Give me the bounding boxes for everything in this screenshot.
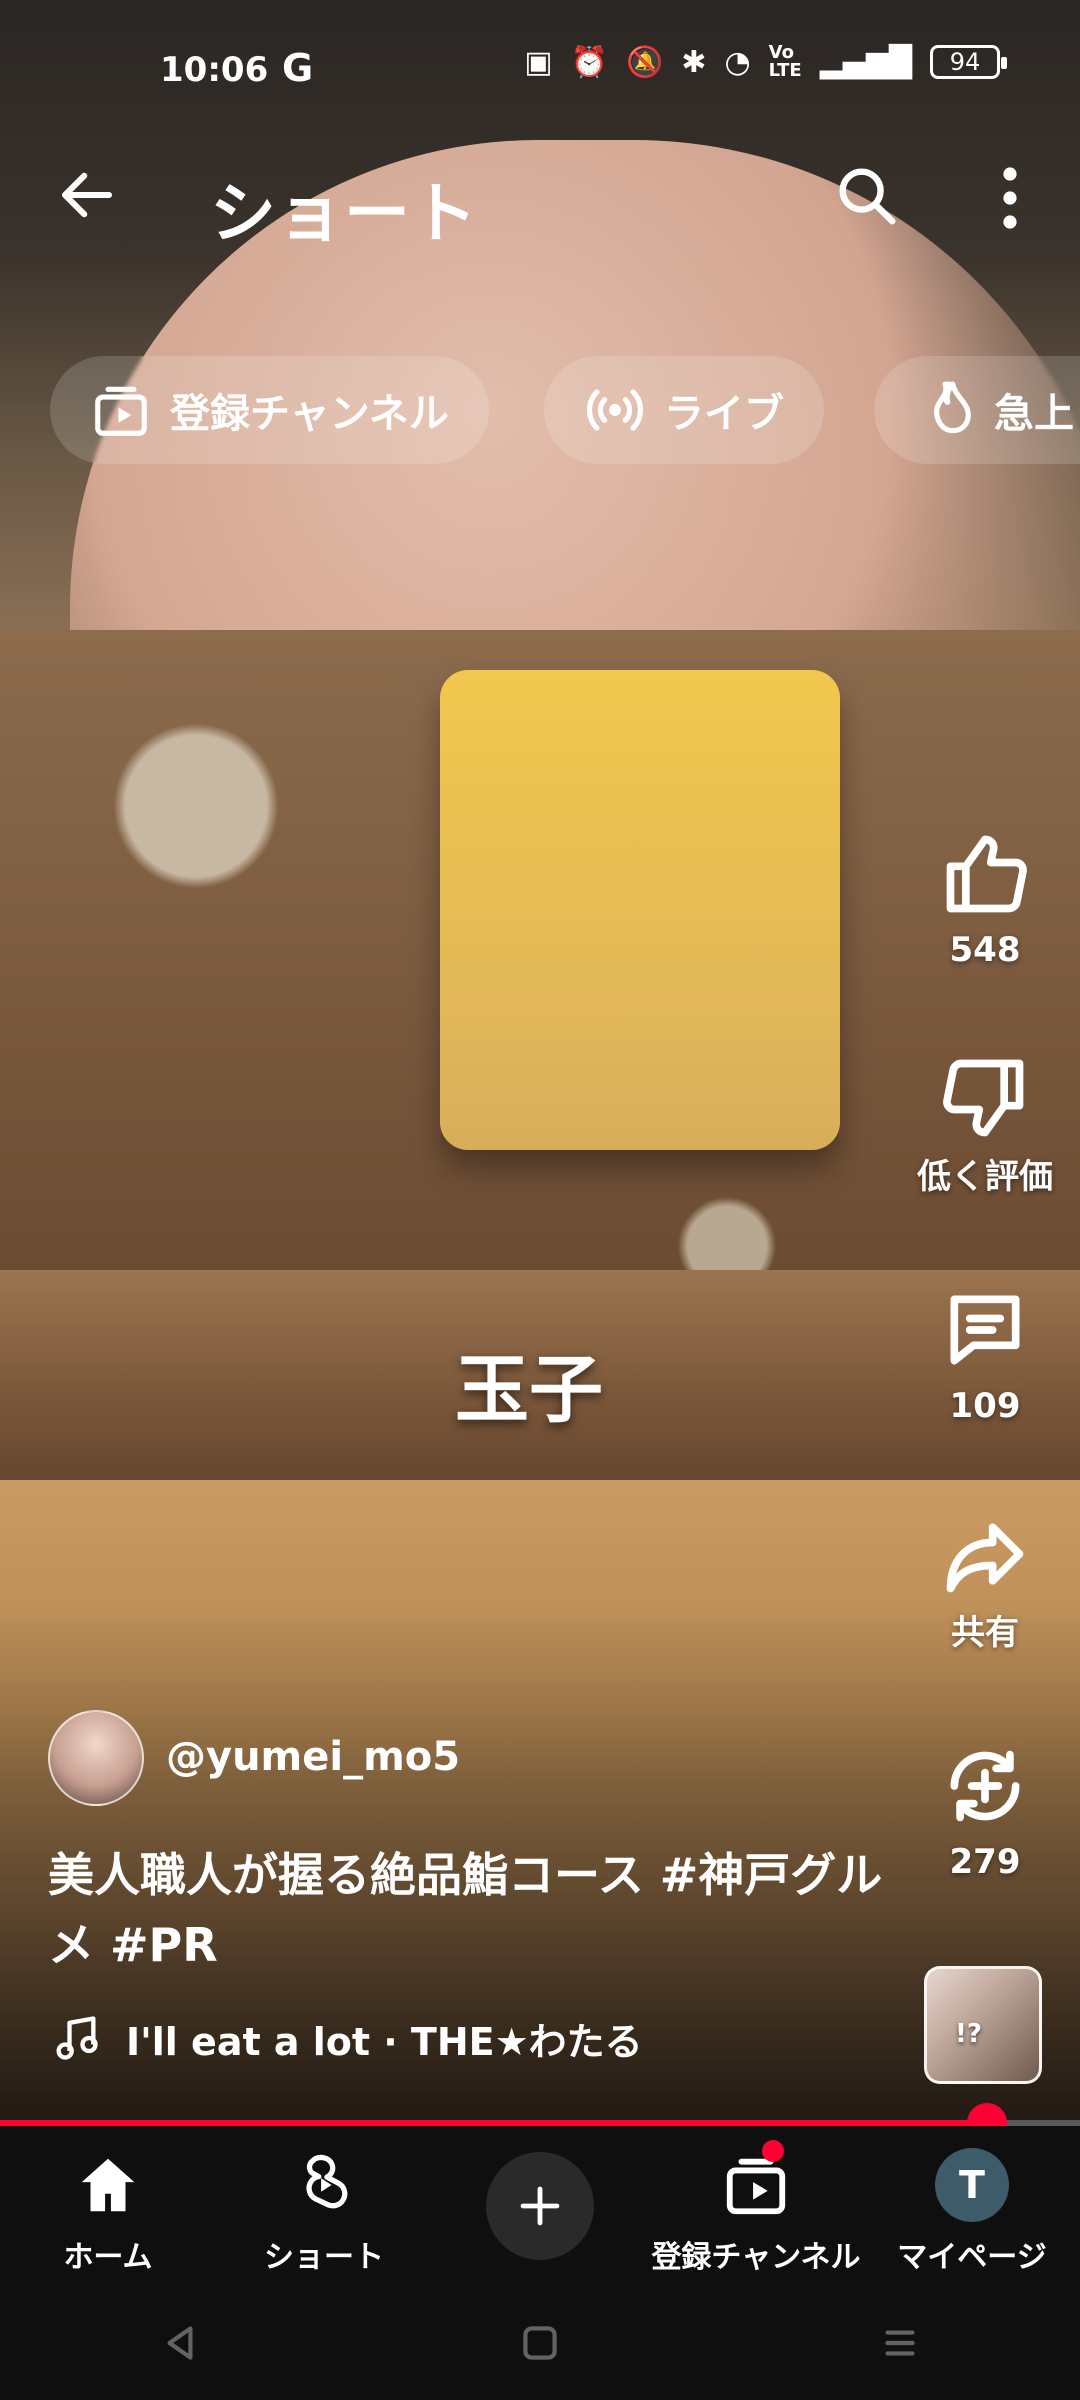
- music-note-icon: [48, 2010, 104, 2066]
- nav-shorts[interactable]: ショート: [216, 2126, 432, 2286]
- chip-trending[interactable]: 急上: [874, 356, 1080, 464]
- comments-count: 109: [949, 1386, 1021, 1426]
- thumbnail-text: !?: [955, 2019, 982, 2049]
- search-button[interactable]: [826, 155, 906, 235]
- shorts-icon: [281, 2142, 367, 2228]
- battery-icon: 94: [930, 45, 1007, 79]
- music-title: I'll eat a lot · THE★わたる: [126, 2019, 643, 2064]
- share-icon: [930, 1504, 1040, 1603]
- recents-icon: [885, 2330, 915, 2356]
- remix-count: 279: [949, 1842, 1021, 1882]
- live-icon: [584, 379, 646, 441]
- battery-percent: 94: [949, 48, 981, 76]
- music-row[interactable]: I'll eat a lot · THE★わたる: [48, 2010, 643, 2066]
- top-app-bar: ショート: [0, 130, 1080, 260]
- video-description[interactable]: 美人職人が握る絶品鮨コース #神戸グルメ #PR: [48, 1840, 908, 1980]
- mute-icon: 🔕: [625, 44, 664, 80]
- sound-thumbnail[interactable]: !?: [924, 1966, 1042, 2084]
- nav-home-label: ホーム: [63, 2240, 153, 2275]
- nav-home[interactable]: ホーム: [0, 2126, 216, 2286]
- signal-icon: ▂▄▆█: [819, 44, 912, 80]
- nav-subscriptions-label: 登録チャンネル: [651, 2240, 861, 2275]
- chip-trending-label: 急上: [994, 391, 1074, 437]
- more-button[interactable]: [980, 158, 1040, 238]
- bluetooth-icon: ✱: [681, 44, 707, 80]
- chip-row: 登録チャンネル ライブ 急上: [0, 356, 1080, 466]
- like-button[interactable]: 548: [900, 820, 1070, 970]
- thumbs-down-icon: [930, 1048, 1040, 1147]
- nav-mypage-label: マイページ: [897, 2240, 1047, 2275]
- nav-shorts-label: ショート: [264, 2240, 384, 2275]
- profile-avatar-letter: T: [935, 2148, 1009, 2222]
- description-text: 美人職人が握る絶品鮨コース: [48, 1848, 660, 1902]
- video-caption-text: 玉子: [455, 1347, 603, 1433]
- dislike-button[interactable]: 低く評価: [900, 1048, 1070, 1198]
- comment-icon: [930, 1276, 1040, 1384]
- chip-live[interactable]: ライブ: [544, 356, 824, 464]
- square-home-icon: [523, 2326, 557, 2360]
- search-icon: [839, 168, 896, 225]
- system-home-button[interactable]: [495, 2298, 585, 2388]
- nav-create[interactable]: [432, 2126, 648, 2286]
- bottom-navigation: ホーム ショート 登録チャンネル T マイページ: [0, 2126, 1080, 2286]
- wifi-icon: ◔: [724, 44, 751, 80]
- like-count: 548: [949, 930, 1021, 970]
- nav-subscriptions[interactable]: 登録チャンネル: [648, 2126, 864, 2286]
- plus-icon: [486, 2152, 594, 2260]
- volte-icon: Vo LTE: [768, 42, 802, 81]
- more-vert-icon: [1003, 167, 1017, 229]
- status-icons: ▣ ⏰ 🔕 ✱ ◔ Vo LTE ▂▄▆█ 94: [524, 42, 1007, 81]
- system-back-button[interactable]: [135, 2298, 225, 2388]
- channel-handle[interactable]: @yumei_mo5: [166, 1734, 460, 1780]
- channel-avatar[interactable]: [48, 1710, 144, 1806]
- chip-live-label: ライブ: [664, 391, 784, 437]
- video-tamago: [440, 670, 840, 1150]
- google-icon: G: [282, 46, 314, 90]
- chip-subscriptions[interactable]: 登録チャンネル: [50, 356, 489, 464]
- profile-avatar: T: [929, 2142, 1015, 2228]
- hashtag-pr[interactable]: #PR: [110, 1918, 218, 1972]
- share-label: 共有: [951, 1613, 1019, 1653]
- status-bar: 10:06 G ▣ ⏰ 🔕 ✱ ◔ Vo LTE ▂▄▆█ 94: [0, 0, 1080, 140]
- page-title: ショート: [210, 175, 478, 252]
- remix-icon: [930, 1732, 1040, 1840]
- share-button[interactable]: 共有: [900, 1504, 1070, 1654]
- arrow-left-icon: [61, 172, 113, 218]
- chip-subscriptions-label: 登録チャンネル: [170, 391, 449, 437]
- home-icon: [65, 2142, 151, 2228]
- subscriptions-icon: [713, 2142, 799, 2228]
- nav-mypage[interactable]: T マイページ: [864, 2126, 1080, 2286]
- remix-button[interactable]: 279: [900, 1732, 1070, 1882]
- subscriptions-icon: [90, 379, 152, 441]
- status-time: 10:06: [160, 50, 269, 90]
- nfc-icon: ▣: [524, 44, 553, 80]
- triangle-back-icon: [167, 2326, 193, 2360]
- thumbs-up-icon: [930, 820, 1040, 928]
- dislike-label: 低く評価: [917, 1157, 1053, 1197]
- back-button[interactable]: [52, 160, 122, 230]
- trending-icon: [914, 379, 976, 441]
- system-recents-button[interactable]: [855, 2298, 945, 2388]
- system-navigation: [0, 2286, 1080, 2400]
- alarm-icon: ⏰: [570, 44, 608, 80]
- notification-dot: [762, 2140, 784, 2162]
- comments-button[interactable]: 109: [900, 1276, 1070, 1426]
